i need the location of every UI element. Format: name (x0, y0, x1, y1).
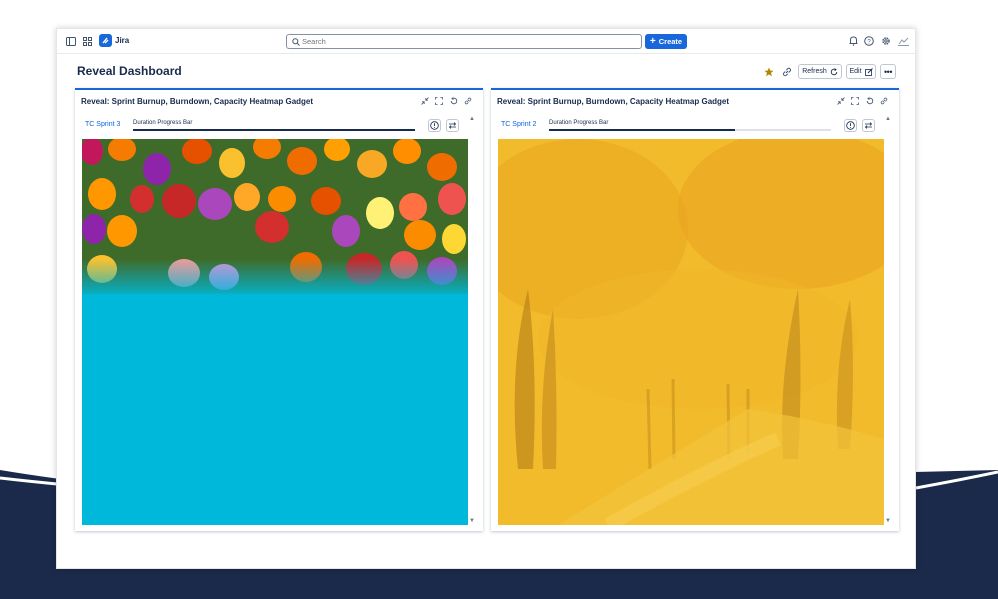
edit-icon (864, 67, 873, 76)
jira-logo-icon[interactable] (99, 34, 112, 47)
gadget-sprint-3: Reveal: Sprint Burnup, Burndown, Capacit… (75, 88, 483, 531)
gadget-sprint-2: Reveal: Sprint Burnup, Burndown, Capacit… (491, 88, 899, 531)
progress-fill (133, 129, 415, 131)
app-name[interactable]: Jira (115, 36, 129, 45)
top-navigation: Jira + Create ? (57, 29, 917, 54)
jira-window: Jira + Create ? Reveal Dashboard Refresh (56, 28, 917, 569)
gadget-title: Reveal: Sprint Burnup, Burndown, Capacit… (497, 97, 730, 106)
scroll-down-icon[interactable]: ▼ (885, 518, 891, 524)
autumn-forest-photo (498, 139, 884, 525)
minimize-icon[interactable] (420, 96, 430, 106)
scroll-up-icon[interactable]: ▲ (885, 116, 891, 122)
progress-label: Duration Progress Bar (133, 120, 193, 126)
more-actions-button[interactable]: ••• (880, 64, 896, 79)
create-button[interactable]: + Create (645, 34, 687, 49)
star-icon[interactable] (763, 66, 775, 78)
bell-icon[interactable] (847, 35, 859, 47)
tulip-field-photo (82, 139, 468, 525)
refresh-icon (830, 67, 837, 75)
search-icon (292, 38, 300, 46)
gadget-title: Reveal: Sprint Burnup, Burndown, Capacit… (81, 97, 314, 106)
app-switcher-icon[interactable] (81, 35, 93, 47)
info-button[interactable] (844, 119, 857, 132)
refresh-label: Refresh (802, 68, 827, 75)
plus-icon: + (649, 35, 656, 47)
scroll-down-icon[interactable]: ▼ (469, 518, 475, 524)
page-title: Reveal Dashboard (77, 64, 182, 78)
search-input[interactable] (302, 36, 632, 47)
settings-icon[interactable] (880, 35, 892, 47)
swap-button[interactable] (446, 119, 459, 132)
swap-icon (448, 122, 457, 129)
minimize-icon[interactable] (836, 96, 846, 106)
edit-label: Edit (849, 68, 862, 75)
scroll-up-icon[interactable]: ▲ (469, 116, 475, 122)
swap-button[interactable] (862, 119, 875, 132)
more-icon: ••• (884, 66, 892, 77)
info-icon (846, 121, 855, 130)
sidebar-toggle-icon[interactable] (65, 35, 77, 47)
refresh-button[interactable]: Refresh (798, 64, 842, 79)
progress-fill (549, 129, 736, 131)
help-icon[interactable]: ? (863, 35, 875, 47)
edit-button[interactable]: Edit (846, 64, 876, 79)
search-box[interactable] (286, 34, 642, 49)
progress-label: Duration Progress Bar (549, 120, 609, 126)
swap-icon (864, 122, 873, 129)
sprint-selector[interactable]: TC Sprint 2 (501, 121, 536, 128)
expand-icon[interactable] (434, 96, 444, 106)
reload-icon[interactable] (449, 96, 459, 106)
duration-progress-bar (549, 129, 831, 131)
info-icon (430, 121, 439, 130)
link-icon[interactable] (781, 66, 793, 78)
expand-icon[interactable] (850, 96, 860, 106)
gadget-link-icon[interactable] (463, 96, 473, 106)
gadget-link-icon[interactable] (879, 96, 889, 106)
reload-icon[interactable] (865, 96, 875, 106)
sprint-selector[interactable]: TC Sprint 3 (85, 121, 120, 128)
profile-icon[interactable] (897, 35, 909, 47)
info-button[interactable] (428, 119, 441, 132)
create-label: Create (658, 37, 683, 46)
duration-progress-bar (133, 129, 415, 131)
